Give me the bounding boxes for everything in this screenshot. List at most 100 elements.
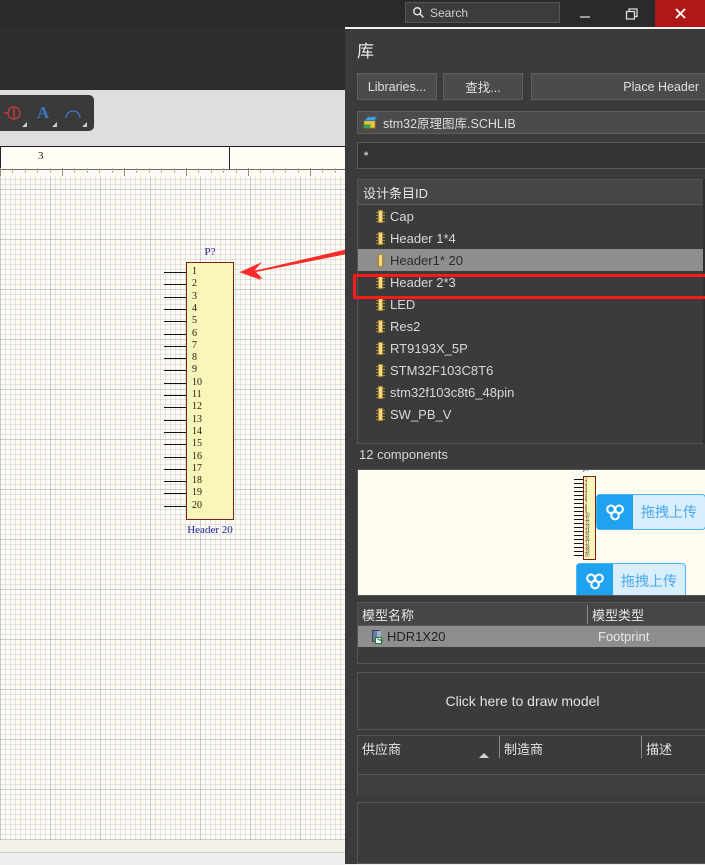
symbol-pin-lead (164, 505, 186, 507)
symbol-pin-lead (164, 272, 186, 273)
preview-pin-lead (574, 527, 583, 528)
filter-input[interactable]: * (357, 142, 705, 169)
libraries-button[interactable]: Libraries... (357, 73, 437, 100)
preview-designator: P? (583, 469, 590, 474)
list-item[interactable]: STM32F103C8T6 (358, 359, 705, 381)
component-icon (376, 231, 385, 245)
symbol-pin-lead (164, 444, 186, 446)
list-item[interactable]: Res2 (358, 315, 705, 337)
component-icon (376, 297, 385, 311)
place-component-button[interactable]: Place Header (531, 73, 705, 100)
column-header-supplier[interactable]: 供应商 (358, 736, 499, 758)
tool-dropdown-caret[interactable] (82, 122, 87, 127)
ruler-tick (211, 168, 212, 173)
selection-highlight-box (353, 274, 705, 299)
component-list-header: 设计条目ID (358, 180, 705, 205)
symbol-pin-lead (164, 345, 186, 347)
symbol-pin-number: 3 (192, 290, 197, 302)
search-icon (413, 7, 424, 18)
tool-dropdown-caret[interactable] (22, 122, 27, 127)
symbol-name-label: Header 20 (187, 524, 233, 536)
arc-icon[interactable] (58, 98, 88, 128)
ruler-tick (236, 168, 237, 173)
preview-pin-lead (574, 479, 583, 480)
symbol-pin-number: 17 (192, 462, 202, 474)
model-type-value: Footprint (598, 629, 650, 644)
ruler-tick (174, 168, 175, 173)
symbol-pin-lead (164, 358, 186, 360)
cloud-upload-icon (597, 495, 633, 529)
component-count-label: 12 components (359, 447, 448, 462)
symbol-pin-number: 13 (192, 413, 202, 425)
symbol-pin-number: 5 (192, 315, 197, 327)
list-item[interactable]: RT9193X_5P (358, 337, 705, 359)
ruler-tick (99, 168, 100, 173)
restore-button[interactable] (608, 0, 655, 27)
library-file-icon (363, 116, 378, 129)
symbol-pin-lead (164, 296, 186, 298)
ruler-tick (74, 168, 75, 173)
list-item[interactable]: Header1* 20 (358, 249, 705, 271)
ruler-tick (149, 168, 150, 173)
net-identifier-icon[interactable] (0, 98, 28, 128)
symbol-pin-lead (164, 481, 186, 483)
symbol-pin-number: 12 (192, 401, 202, 413)
text-string-icon[interactable]: A (28, 98, 58, 128)
column-header-model-name: 模型名称 (362, 607, 415, 623)
symbol-pin-number: 6 (192, 327, 197, 339)
ruler-tick (112, 168, 113, 173)
symbol-pin-lead (164, 419, 186, 421)
symbol-pin-number: 15 (192, 438, 202, 450)
detail-empty-box (357, 802, 705, 864)
footprint-icon (372, 630, 383, 644)
panel-title: 库 (357, 42, 374, 61)
minimize-button[interactable] (561, 0, 608, 27)
minimize-icon (579, 15, 590, 18)
component-list-rows: Cap Header 1*4 Header1* 20 Header 2*3 LED Res… (358, 205, 705, 425)
table-row[interactable]: HDR1X20 Footprint (358, 626, 705, 647)
symbol-pin-number: 1 (192, 266, 197, 277)
column-header-description[interactable]: 描述 (641, 736, 672, 758)
ruler-tick (223, 168, 224, 173)
watermark-upload-badge: 拖拽上传 (596, 494, 705, 530)
symbol-pin-number: 2 (192, 278, 197, 290)
column-header-manufacturer[interactable]: 制造商 (499, 736, 641, 758)
watermark-text: 拖拽上传 (641, 504, 697, 520)
list-item[interactable]: SW_PB_V (358, 403, 705, 425)
component-icon (376, 385, 385, 399)
close-button[interactable] (655, 0, 705, 27)
ruler-tick (198, 168, 199, 173)
ruler-tick (322, 168, 323, 173)
symbol-pin-lead (164, 333, 186, 335)
restore-icon (625, 7, 638, 20)
list-item[interactable]: Cap (358, 205, 705, 227)
library-file-selector[interactable]: stm32原理图库.SCHLIB (357, 111, 705, 134)
symbol-pin-number: 14 (192, 425, 202, 437)
preview-pin-lead (574, 515, 583, 516)
component-icon (376, 363, 385, 377)
ruler-tick (25, 168, 26, 173)
model-table[interactable]: 模型名称 模型类型 HDR1X20 Footprint (357, 602, 705, 664)
find-button[interactable]: 查找... (443, 73, 523, 100)
preview-pin-lead (574, 499, 583, 500)
ruler-tick (136, 168, 137, 173)
ruler-tick (50, 168, 51, 173)
ruler-tick (62, 168, 63, 176)
symbol-pin-lead (164, 382, 186, 384)
ruler-tick (310, 168, 311, 176)
symbol-pin-number: 8 (192, 352, 197, 364)
list-item[interactable]: Header 1*4 (358, 227, 705, 249)
draw-model-label: Click here to draw model (445, 693, 600, 709)
supplier-table-body (358, 774, 705, 795)
ruler-tick (298, 168, 299, 173)
supplier-table-header: 供应商 制造商 描述 (358, 736, 705, 774)
search-input[interactable]: Search (405, 2, 560, 23)
list-item-label: Cap (390, 208, 414, 224)
supplier-table[interactable]: 供应商 制造商 描述 (357, 735, 705, 795)
tool-dropdown-caret[interactable] (52, 122, 57, 127)
filter-value: * (364, 149, 369, 162)
component-list[interactable]: 设计条目ID Cap Header 1*4 Header1* 20 Header 2*… (357, 179, 705, 444)
list-item[interactable]: stm32f103c8t6_48pin (358, 381, 705, 403)
symbol-pin-number: 9 (192, 364, 197, 376)
draw-model-box[interactable]: Click here to draw model (357, 672, 705, 730)
